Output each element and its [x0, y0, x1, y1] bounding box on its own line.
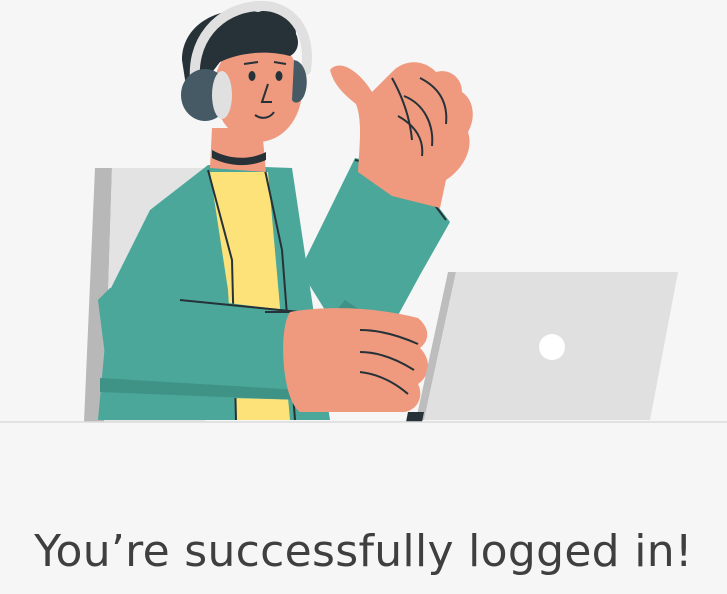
- laptop-logo-icon: [539, 334, 565, 360]
- success-message: You’re successfully logged in!: [34, 526, 693, 577]
- typing-hand: [283, 308, 429, 412]
- login-success-screen: You’re successfully logged in!: [0, 0, 727, 594]
- laptop-icon: [406, 272, 678, 422]
- person-thumbs-up-laptop-illustration: [0, 0, 727, 423]
